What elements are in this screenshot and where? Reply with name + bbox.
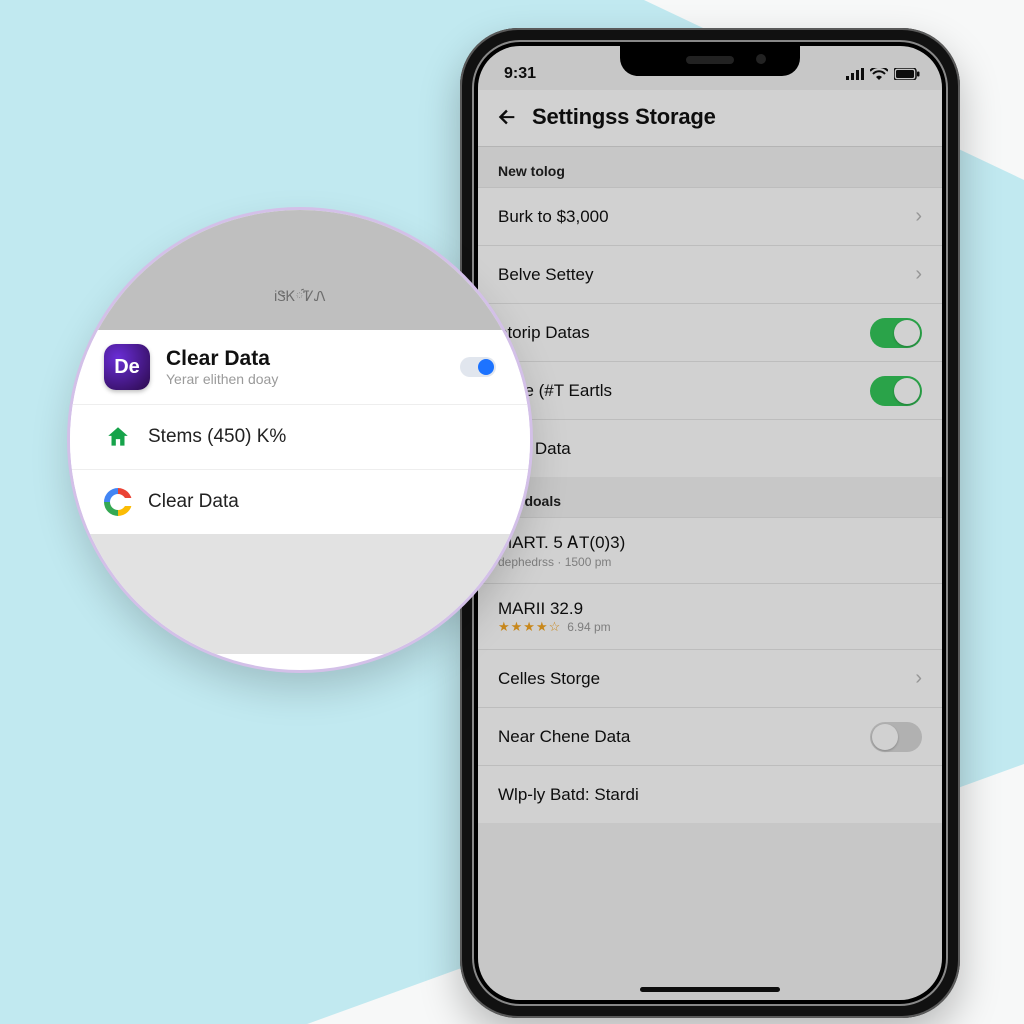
row-near[interactable]: Near Chene Data (478, 707, 942, 765)
row-mart-title: MART. 5 ᎪT(0)3) (498, 533, 625, 553)
row-belve-label: Belve Settey (498, 265, 593, 285)
row-burk[interactable]: Burk to $3,000 › (478, 187, 942, 245)
toggle-obile[interactable] (870, 376, 922, 406)
row-otorip-label: otorip Datas (498, 323, 590, 343)
row-celles-label: Celles Storge (498, 669, 600, 689)
row-burk-label: Burk to $3,000 (498, 207, 609, 227)
wifi-icon (870, 68, 888, 80)
back-icon[interactable] (496, 106, 518, 128)
phone-frame: 9:31 Settingss Storage New tolog Burk to… (460, 28, 960, 1018)
battery-icon (894, 68, 920, 80)
phone-screen: 9:31 Settingss Storage New tolog Burk to… (478, 46, 942, 1000)
magnifier-circle: ᎥᏕᏦ༹ᏤᏁ De Clear Data Yerar elithen doay … (70, 210, 530, 670)
row-marii-sub: 6.94 pm (567, 620, 610, 634)
row-otorip[interactable]: otorip Datas (478, 303, 942, 361)
status-icons (846, 68, 920, 80)
mag-row-clear-data-app[interactable]: De Clear Data Yerar elithen doay (70, 330, 530, 405)
home-icon (104, 423, 132, 451)
row-obile[interactable]: obile (#T Eartls (478, 361, 942, 419)
row-near-label: Near Chene Data (498, 727, 630, 747)
row-mart-sub: dephedrss · 1500 pm (498, 555, 625, 569)
mag-row1-title: Clear Data (166, 347, 444, 371)
section-label-1: New tolog (478, 147, 942, 187)
settings-content: New tolog Burk to $3,000 › Belve Settey … (478, 147, 942, 823)
page-title: Settingss Storage (532, 104, 716, 130)
row-wlp[interactable]: Wlp-ly Batd: Stardi (478, 765, 942, 823)
status-time: 9:31 (504, 65, 536, 83)
app-badge-icon: De (104, 344, 150, 390)
row-marii[interactable]: MARII 32.9 ★★★★☆6.94 pm (478, 583, 942, 649)
row-celles[interactable]: Celles Storge › (478, 649, 942, 707)
home-indicator (640, 987, 780, 992)
phone-notch (620, 46, 800, 76)
section-label-2: Dandoals (478, 477, 942, 517)
row-vary[interactable]: vary Data (478, 419, 942, 477)
google-icon (104, 488, 132, 516)
row-marii-title: MARII 32.9 (498, 599, 611, 619)
mag-row1-toggle[interactable] (460, 357, 496, 377)
chevron-right-icon: › (915, 263, 922, 286)
toggle-otorip[interactable] (870, 318, 922, 348)
magnifier-topnote: ᎥᏕᏦ༹ᏤᏁ (274, 280, 325, 320)
mag-row-stems[interactable]: Stems (450) K% (70, 405, 530, 470)
toggle-near[interactable] (870, 722, 922, 752)
phone-bezel: 9:31 Settingss Storage New tolog Burk to… (472, 40, 948, 1006)
mag-row1-sub: Yerar elithen doay (166, 371, 444, 387)
chevron-right-icon: › (915, 667, 922, 690)
mag-row2-text: Stems (450) K% (148, 426, 496, 448)
row-belve[interactable]: Belve Settey › (478, 245, 942, 303)
row-marii-stars: ★★★★☆6.94 pm (498, 619, 611, 635)
signal-icon (846, 68, 864, 80)
mag-row-clear-data-google[interactable]: Clear Data (70, 470, 530, 534)
mag-row3-text: Clear Data (148, 491, 496, 513)
chevron-right-icon: › (915, 205, 922, 228)
row-wlp-label: Wlp-ly Batd: Stardi (498, 785, 639, 805)
row-mart[interactable]: MART. 5 ᎪT(0)3) dephedrss · 1500 pm (478, 517, 942, 583)
nav-header: Settingss Storage (478, 90, 942, 147)
